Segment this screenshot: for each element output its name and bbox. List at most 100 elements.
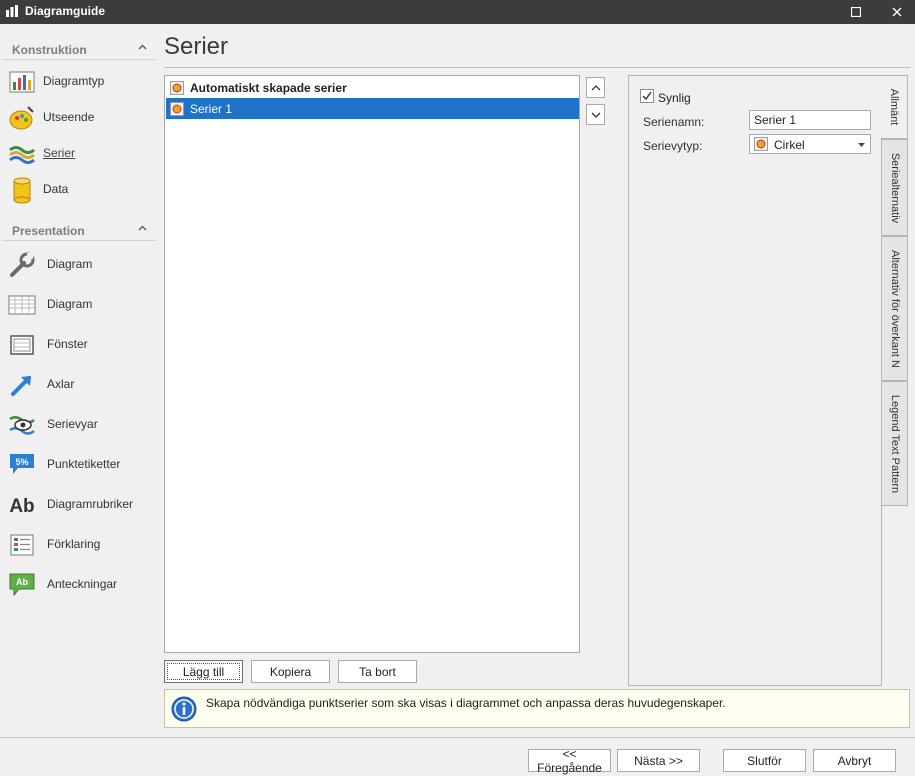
sidebar-item-forklaring[interactable]: Förklaring (0, 528, 158, 560)
cancel-button[interactable]: Avbryt (813, 749, 896, 772)
dropdown-arrow-icon (858, 143, 865, 147)
sidebar-item-fonster[interactable]: Fönster (0, 328, 158, 360)
chevron-up-icon (138, 44, 147, 50)
palette-icon (9, 106, 34, 130)
sidebar-item-data[interactable]: Data (0, 173, 158, 205)
chevron-up-icon (591, 84, 600, 90)
layers-icon (9, 146, 35, 164)
chevron-up-icon (138, 225, 147, 231)
sidebar-item-serier[interactable]: Serier (0, 137, 158, 169)
info-icon (171, 696, 197, 722)
axis-arrow-icon (11, 376, 31, 396)
series-icon (170, 102, 184, 116)
point-label-icon: 5% (10, 454, 34, 474)
hint-text: Skapa nödvändiga punktserier som ska vis… (206, 696, 726, 710)
group-label: Presentation (12, 224, 85, 238)
view-type-label: Serievytyp: (643, 139, 703, 153)
sidebar-item-label: Punktetiketter (47, 457, 121, 471)
sidebar-item-anteckningar[interactable]: Ab Anteckningar (0, 568, 158, 600)
annotation-glyph: Ab (16, 577, 28, 587)
tab-label: Legend Text Pattern (888, 394, 901, 493)
sidebar-item-label: Serievyar (47, 417, 98, 431)
series-list[interactable]: Automatiskt skapade serier Serier 1 (164, 75, 580, 653)
move-down-button[interactable] (586, 104, 605, 125)
tab-legend-text-pattern[interactable]: Legend Text Pattern (881, 381, 908, 506)
sidebar-item-axlar[interactable]: Axlar (0, 368, 158, 400)
pie-icon (754, 137, 768, 151)
titles-glyph: Ab (9, 496, 34, 517)
add-series-button[interactable]: Lägg till (164, 660, 243, 683)
window-icon (10, 335, 34, 355)
sidebar-item-label: Förklaring (47, 537, 101, 551)
sidebar-item-label: Utseende (43, 110, 95, 124)
copy-series-button[interactable]: Kopiera (251, 660, 330, 683)
wrench-icon (10, 252, 35, 277)
maximize-button[interactable] (841, 0, 871, 24)
tab-seriealternativ[interactable]: Seriealternativ (881, 139, 908, 236)
sidebar-item-diagram-grid[interactable]: Diagram (0, 288, 158, 320)
group-header-presentation[interactable]: Presentation (0, 211, 158, 241)
sidebar-item-label: Diagramtyp (43, 74, 105, 88)
sidebar-item-label: Diagram (47, 257, 93, 271)
hint-box: Skapa nödvändiga punktserier som ska vis… (164, 689, 910, 728)
sidebar-item-diagramrubriker[interactable]: Ab Diagramrubriker (0, 488, 158, 520)
sidebar-item-diagramtyp[interactable]: Diagramtyp (0, 65, 158, 97)
annotation-icon: Ab (9, 573, 35, 597)
sidebar-item-diagram-general[interactable]: Diagram (0, 248, 158, 280)
sidebar-item-label: Anteckningar (47, 577, 118, 591)
sidebar: Konstruktion Diagramtyp Utseende Serier … (0, 24, 160, 734)
close-icon (892, 7, 902, 17)
view-type-value: Cirkel (774, 138, 805, 152)
tab-label: Allmänt (888, 88, 900, 126)
app-icon (6, 5, 18, 17)
divider (2, 59, 156, 60)
bar-chart-icon (9, 71, 35, 93)
finish-button[interactable]: Slutför (723, 749, 806, 772)
group-label: Konstruktion (12, 43, 87, 57)
view-type-select[interactable]: Cirkel (749, 134, 871, 154)
legend-icon (10, 534, 34, 556)
tab-alternativ-overkant[interactable]: Alternativ för överkant N (881, 236, 908, 381)
window-title: Diagramguide (25, 4, 106, 18)
chevron-down-icon (591, 112, 600, 118)
list-item[interactable]: Automatiskt skapade serier (166, 77, 579, 98)
point-label-badge: 5% (15, 457, 28, 467)
sidebar-item-punktetiketter[interactable]: 5% Punktetiketter (0, 448, 158, 480)
sidebar-item-label: Serier (43, 146, 76, 160)
divider (164, 67, 910, 68)
sidebar-item-label: Diagram (47, 297, 93, 311)
checkmark-icon (642, 91, 652, 101)
list-item[interactable]: Serier 1 (166, 98, 579, 119)
title-bar: Diagramguide (0, 0, 915, 24)
grid-icon (8, 295, 36, 315)
remove-series-button[interactable]: Ta bort (338, 660, 417, 683)
tab-allmant[interactable]: Allmänt (881, 75, 908, 139)
move-up-button[interactable] (586, 77, 605, 98)
visible-checkbox[interactable] (640, 89, 654, 103)
series-name-field[interactable]: Serier 1 (749, 110, 871, 130)
visible-label: Synlig (658, 91, 691, 105)
close-button[interactable] (882, 0, 912, 24)
sidebar-item-label: Diagramrubriker (47, 497, 134, 511)
sidebar-item-label: Data (43, 182, 69, 196)
next-button[interactable]: Nästa >> (617, 749, 700, 772)
database-icon (13, 177, 31, 204)
titles-icon: Ab (9, 496, 34, 517)
series-name-label: Serienamn: (643, 115, 705, 129)
series-view-icon (9, 416, 35, 435)
sidebar-item-label: Fönster (47, 337, 88, 351)
maximize-icon (851, 7, 861, 17)
page-title: Serier (164, 33, 229, 60)
previous-button[interactable]: << Föregående (528, 747, 611, 775)
divider (2, 240, 156, 241)
tab-label: Seriealternativ (888, 152, 901, 223)
list-item-label: Serier 1 (190, 102, 233, 116)
sidebar-item-serievyar[interactable]: Serievyar (0, 408, 158, 440)
group-header-konstruktion[interactable]: Konstruktion (0, 30, 158, 60)
series-icon (170, 81, 184, 95)
sidebar-item-utseende[interactable]: Utseende (0, 101, 158, 133)
properties-panel: Synlig Serienamn: Serier 1 Serievytyp: C… (628, 75, 882, 686)
sidebar-item-label: Axlar (47, 377, 75, 391)
tab-label: Alternativ för överkant N (888, 249, 901, 368)
divider (0, 737, 915, 738)
